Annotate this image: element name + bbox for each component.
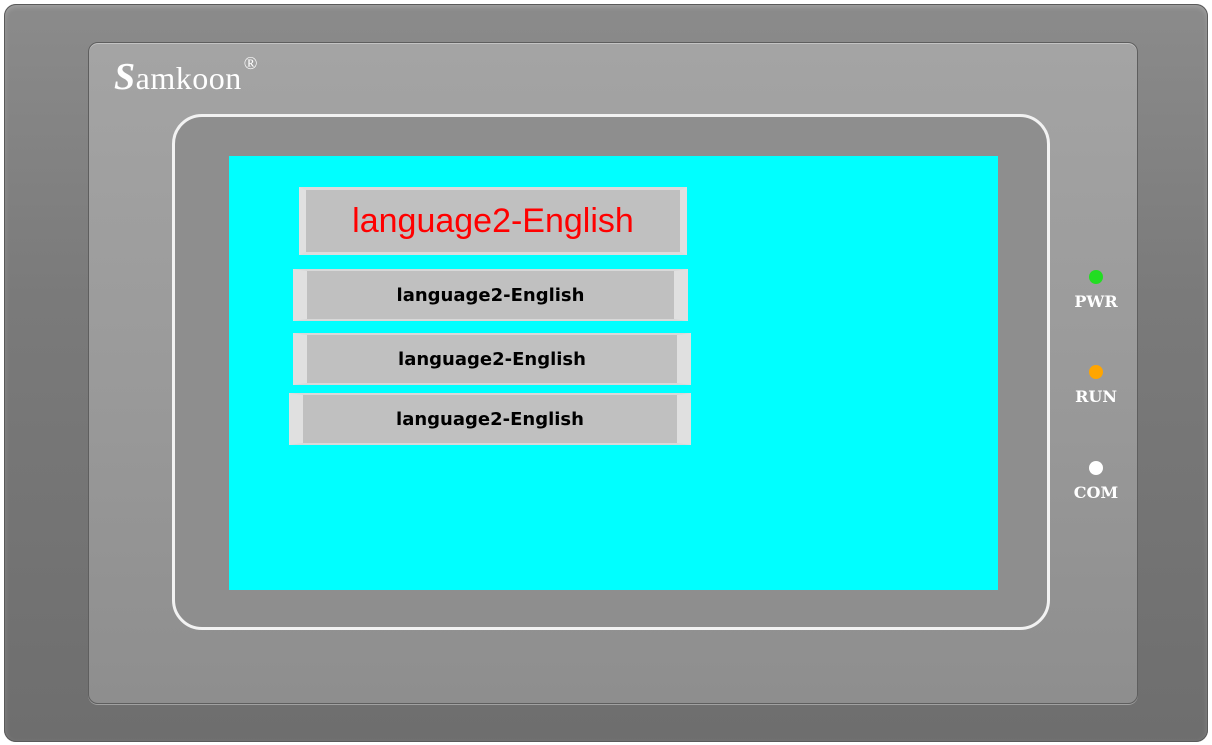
language-button-1[interactable]: language2-English: [293, 269, 688, 321]
com-led-icon: [1089, 461, 1103, 475]
run-indicator: RUN: [1066, 365, 1126, 406]
registered-mark: ®: [243, 53, 258, 73]
language-button-3[interactable]: language2-English: [289, 393, 691, 445]
brand-logo-text: amkoon: [135, 60, 242, 96]
brand-logo: Samkoon ®: [114, 54, 258, 98]
hmi-screen: language2-English language2-English lang…: [229, 156, 998, 590]
pwr-label: PWR: [1074, 292, 1118, 311]
pwr-indicator: PWR: [1066, 270, 1126, 311]
screen-title: language2-English: [299, 187, 687, 255]
run-label: RUN: [1075, 387, 1117, 406]
pwr-led-icon: [1089, 270, 1103, 284]
language-button-2[interactable]: language2-English: [293, 333, 691, 385]
com-label: COM: [1073, 483, 1119, 502]
com-indicator: COM: [1066, 461, 1126, 502]
run-led-icon: [1089, 365, 1103, 379]
brand-logo-initial: S: [114, 56, 136, 98]
